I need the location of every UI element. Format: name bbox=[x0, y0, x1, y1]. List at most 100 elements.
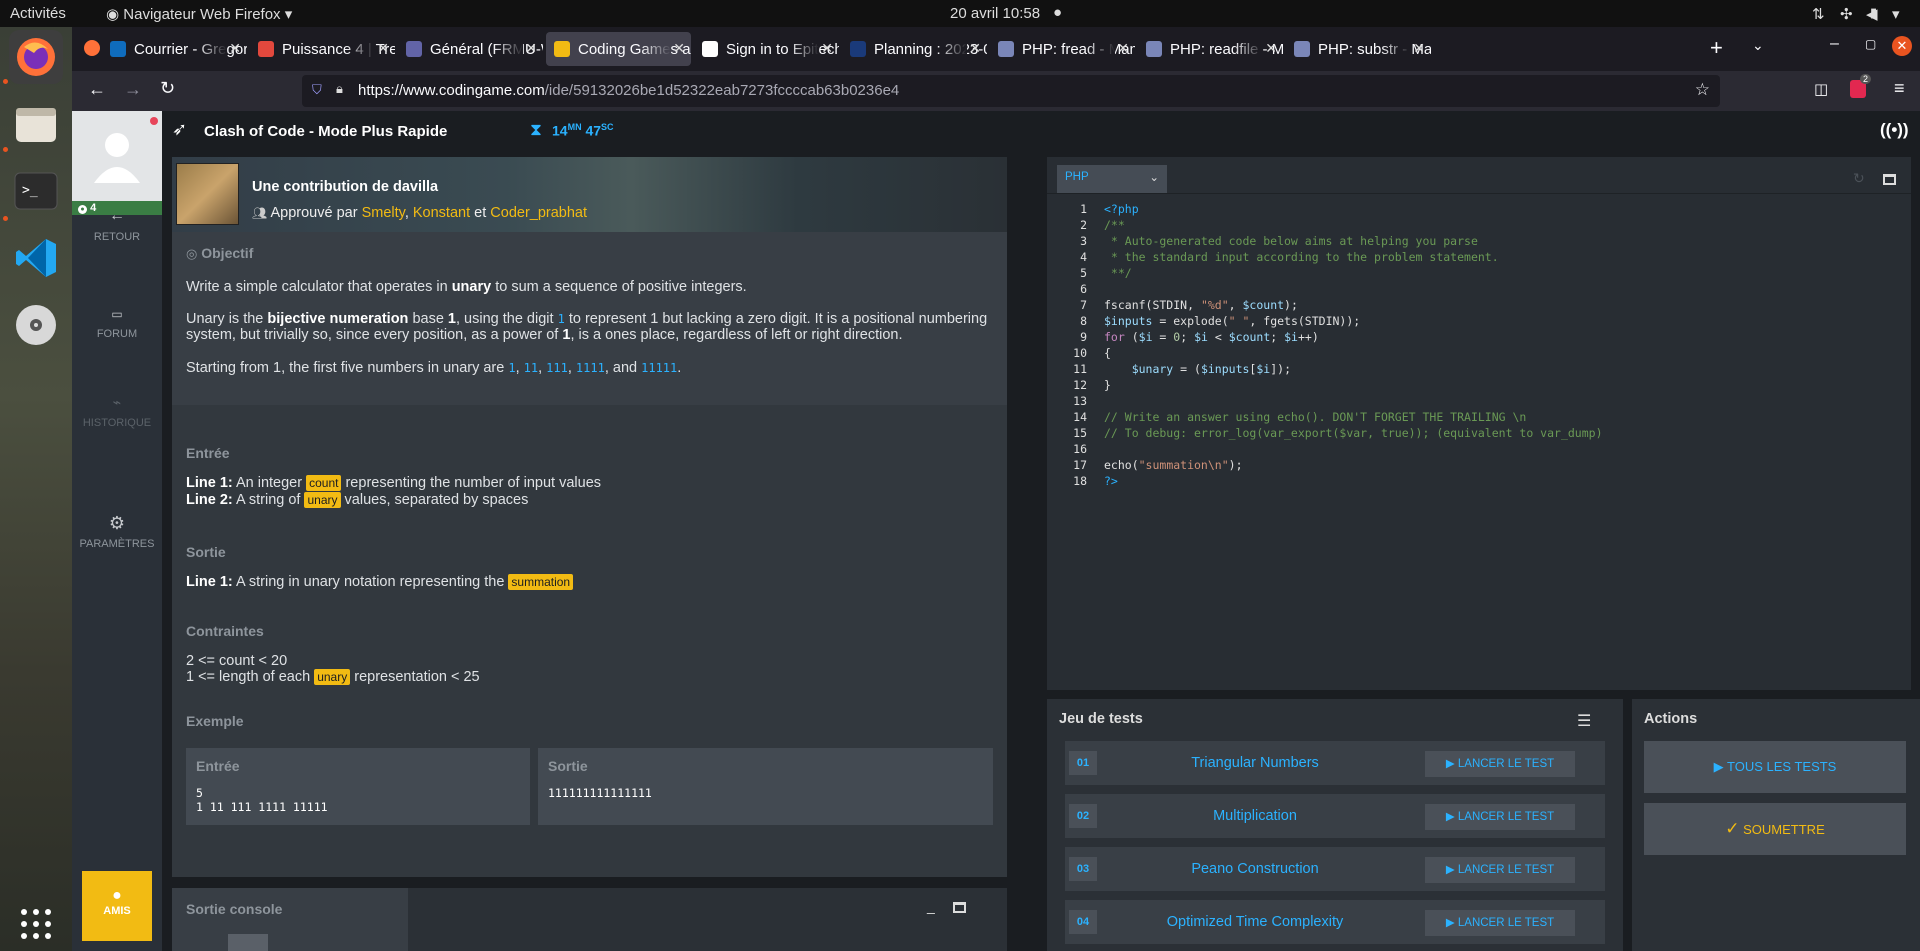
close-tab-icon[interactable]: ✕ bbox=[1265, 40, 1277, 57]
run-all-tests-button[interactable]: ▶ TOUS LES TESTS bbox=[1644, 741, 1906, 793]
minimize-panel-icon[interactable]: _ bbox=[927, 898, 935, 914]
browser-tab[interactable]: Puissance 4 | Trello✕ bbox=[250, 32, 395, 66]
contribution-thumbnail bbox=[176, 163, 239, 225]
reload-icon[interactable]: ↻ bbox=[160, 78, 175, 99]
editor-divider bbox=[1047, 193, 1911, 194]
test-case-row: 01 Triangular Numbers ▶ LANCER LE TEST bbox=[1065, 741, 1605, 785]
clash-header: ➶ Clash of Code - Mode Plus Rapide ⧗ 14M… bbox=[162, 111, 1920, 151]
example-output-label: Sortie bbox=[548, 758, 588, 774]
close-tab-icon[interactable]: ✕ bbox=[229, 40, 241, 57]
close-tab-icon[interactable]: ✕ bbox=[1413, 40, 1425, 57]
tab-fade bbox=[1233, 32, 1263, 66]
tracking-protection-icon[interactable]: ⛉ bbox=[312, 82, 322, 98]
sidebar-item-historique[interactable]: ⌁ HISTORIQUE bbox=[72, 394, 162, 429]
avatar[interactable] bbox=[72, 111, 162, 201]
language-value: PHP bbox=[1065, 171, 1089, 183]
code-token: /** bbox=[1104, 218, 1125, 232]
close-tab-icon[interactable]: ✕ bbox=[1117, 40, 1129, 57]
list-icon[interactable]: ☰ bbox=[1577, 711, 1591, 731]
close-tab-icon[interactable]: ✕ bbox=[821, 40, 833, 57]
sidebar-item-parametres[interactable]: ⚙ PARAMÈTRES bbox=[72, 513, 162, 550]
sidebar-item-forum[interactable]: ▭ FORUM bbox=[72, 307, 162, 340]
code-token: , fgets(STDIN)); bbox=[1249, 314, 1361, 328]
hourglass-icon: ⧗ bbox=[530, 120, 542, 139]
line-number: 17 bbox=[1073, 458, 1087, 472]
minimize-window-icon[interactable]: – bbox=[1830, 35, 1839, 53]
lock-icon[interactable]: 🔒︎ bbox=[336, 81, 343, 97]
show-apps-button[interactable] bbox=[9, 897, 63, 951]
broadcast-icon[interactable]: ((•)) bbox=[1880, 120, 1909, 140]
close-tab-icon[interactable]: ✕ bbox=[673, 40, 685, 57]
codingame-sidebar: ● 4 ← RETOUR ▭ FORUM ⌁ HISTORIQUE ⚙ PARA… bbox=[72, 111, 162, 951]
language-select[interactable]: PHP ⌄ bbox=[1057, 165, 1167, 193]
approver-link[interactable]: Konstant bbox=[413, 205, 470, 221]
vscode-launcher[interactable] bbox=[9, 231, 63, 285]
browser-tab[interactable]: Planning : 2023-04✕ bbox=[842, 32, 987, 66]
network-icon[interactable]: ⇅ bbox=[1812, 5, 1825, 23]
folder-icon bbox=[16, 108, 56, 142]
pocket-icon[interactable]: ◫ bbox=[1814, 80, 1828, 98]
clock[interactable]: 20 avril 10:58 bbox=[950, 5, 1040, 22]
approver-link[interactable]: Coder_prabhat bbox=[490, 205, 587, 221]
system-top-bar: Activités ◉ Navigateur Web Firefox ▾ 20 … bbox=[0, 0, 1920, 27]
browser-tab[interactable]: Courrier - Gregory ✕ bbox=[102, 32, 247, 66]
test-number: 04 bbox=[1069, 910, 1097, 934]
browser-tab[interactable]: Sign in to Epitech ✕ bbox=[694, 32, 839, 66]
url-bar[interactable]: ⛉ 🔒︎ https://www.codingame.com/ide/59132… bbox=[302, 75, 1720, 107]
power-menu-icon[interactable]: ▾ bbox=[1892, 5, 1900, 23]
run-test-button[interactable]: ▶ LANCER LE TEST bbox=[1425, 804, 1575, 830]
browser-tab[interactable]: Coding Games and✕ bbox=[546, 32, 691, 66]
app-menu-label: Navigateur Web Firefox bbox=[123, 6, 281, 23]
line-number: 18 bbox=[1073, 474, 1087, 488]
sidebar-item-retour[interactable]: ← RETOUR bbox=[72, 207, 162, 243]
code-line: * the standard input according to the pr… bbox=[1104, 249, 1603, 265]
close-tab-icon[interactable]: ✕ bbox=[377, 40, 389, 57]
maximize-panel-icon[interactable] bbox=[953, 902, 966, 913]
terminal-launcher[interactable]: >_ bbox=[9, 164, 63, 218]
browser-tab[interactable]: PHP: substr - Man ✕ bbox=[1286, 32, 1431, 66]
list-all-tabs-icon[interactable]: ⌄ bbox=[1752, 37, 1764, 54]
close-tab-icon[interactable]: ✕ bbox=[525, 40, 537, 57]
app-menu[interactable]: ◉ Navigateur Web Firefox ▾ bbox=[106, 5, 292, 23]
files-launcher[interactable] bbox=[9, 97, 63, 151]
gear-icon: ⚙ bbox=[108, 513, 126, 533]
run-test-button[interactable]: ▶ LANCER LE TEST bbox=[1425, 910, 1575, 936]
run-test-button[interactable]: ▶ LANCER LE TEST bbox=[1425, 751, 1575, 777]
submit-button[interactable]: ✓ SOUMETTRE bbox=[1644, 803, 1906, 855]
code-line: // Write an answer using echo(). DON'T F… bbox=[1104, 409, 1603, 425]
line-numbers: 1 2 3 4 5 6 7 8 9 10 11 12 13 14 15 16 17 18 bbox=[1047, 201, 1087, 489]
code-token: ; bbox=[1270, 330, 1285, 344]
disc-launcher[interactable] bbox=[9, 298, 63, 352]
activities-button[interactable]: Activités bbox=[10, 5, 66, 22]
firefox-launcher[interactable] bbox=[9, 30, 63, 84]
accessibility-icon[interactable]: ✣ bbox=[1840, 5, 1853, 23]
code-token: $i bbox=[1194, 330, 1208, 344]
back-icon[interactable]: ← bbox=[88, 79, 106, 100]
objective-paragraph-1: Write a simple calculator that operates … bbox=[186, 279, 747, 295]
code-editor[interactable]: PHP ⌄ ↻ 1 2 3 4 5 6 7 8 9 10 11 12 13 14 15 16 17 18 <?php… bbox=[1047, 157, 1911, 690]
fullscreen-editor-icon[interactable] bbox=[1883, 174, 1896, 185]
approver-link[interactable]: Smelty bbox=[362, 205, 405, 221]
line-number: 16 bbox=[1073, 442, 1087, 456]
maximize-window-icon[interactable]: ▢ bbox=[1865, 37, 1876, 51]
forward-icon[interactable]: → bbox=[124, 79, 142, 100]
close-tab-icon[interactable]: ✕ bbox=[969, 40, 981, 57]
tab-fade bbox=[1381, 32, 1411, 66]
code-content[interactable]: <?php /** * Auto-generated code below aim… bbox=[1104, 201, 1603, 489]
close-window-icon[interactable]: ✕ bbox=[1892, 36, 1912, 56]
reset-code-icon[interactable]: ↻ bbox=[1853, 170, 1865, 187]
run-test-button[interactable]: ▶ LANCER LE TEST bbox=[1425, 857, 1575, 883]
notification-bell-icon[interactable] bbox=[150, 117, 158, 125]
browser-tab[interactable]: Général (FRMU-Web✕ bbox=[398, 32, 543, 66]
approved-prefix: Approuvé par bbox=[270, 205, 358, 221]
firefox-view-icon[interactable] bbox=[84, 40, 100, 56]
friends-button[interactable]: ● AMIS bbox=[82, 871, 152, 941]
new-tab-icon[interactable]: + bbox=[1710, 35, 1723, 61]
hamburger-menu-icon[interactable]: ≡ bbox=[1894, 78, 1905, 99]
battery-icon[interactable]: ▮ bbox=[1870, 5, 1877, 21]
browser-tab[interactable]: PHP: readfile - Man✕ bbox=[1138, 32, 1283, 66]
codingame-page: ● 4 ← RETOUR ▭ FORUM ⌁ HISTORIQUE ⚙ PARA… bbox=[72, 111, 1920, 951]
browser-tab[interactable]: PHP: fread - Manual✕ bbox=[990, 32, 1135, 66]
bookmark-star-icon[interactable]: ☆ bbox=[1695, 80, 1710, 100]
console-tab[interactable] bbox=[172, 888, 408, 951]
